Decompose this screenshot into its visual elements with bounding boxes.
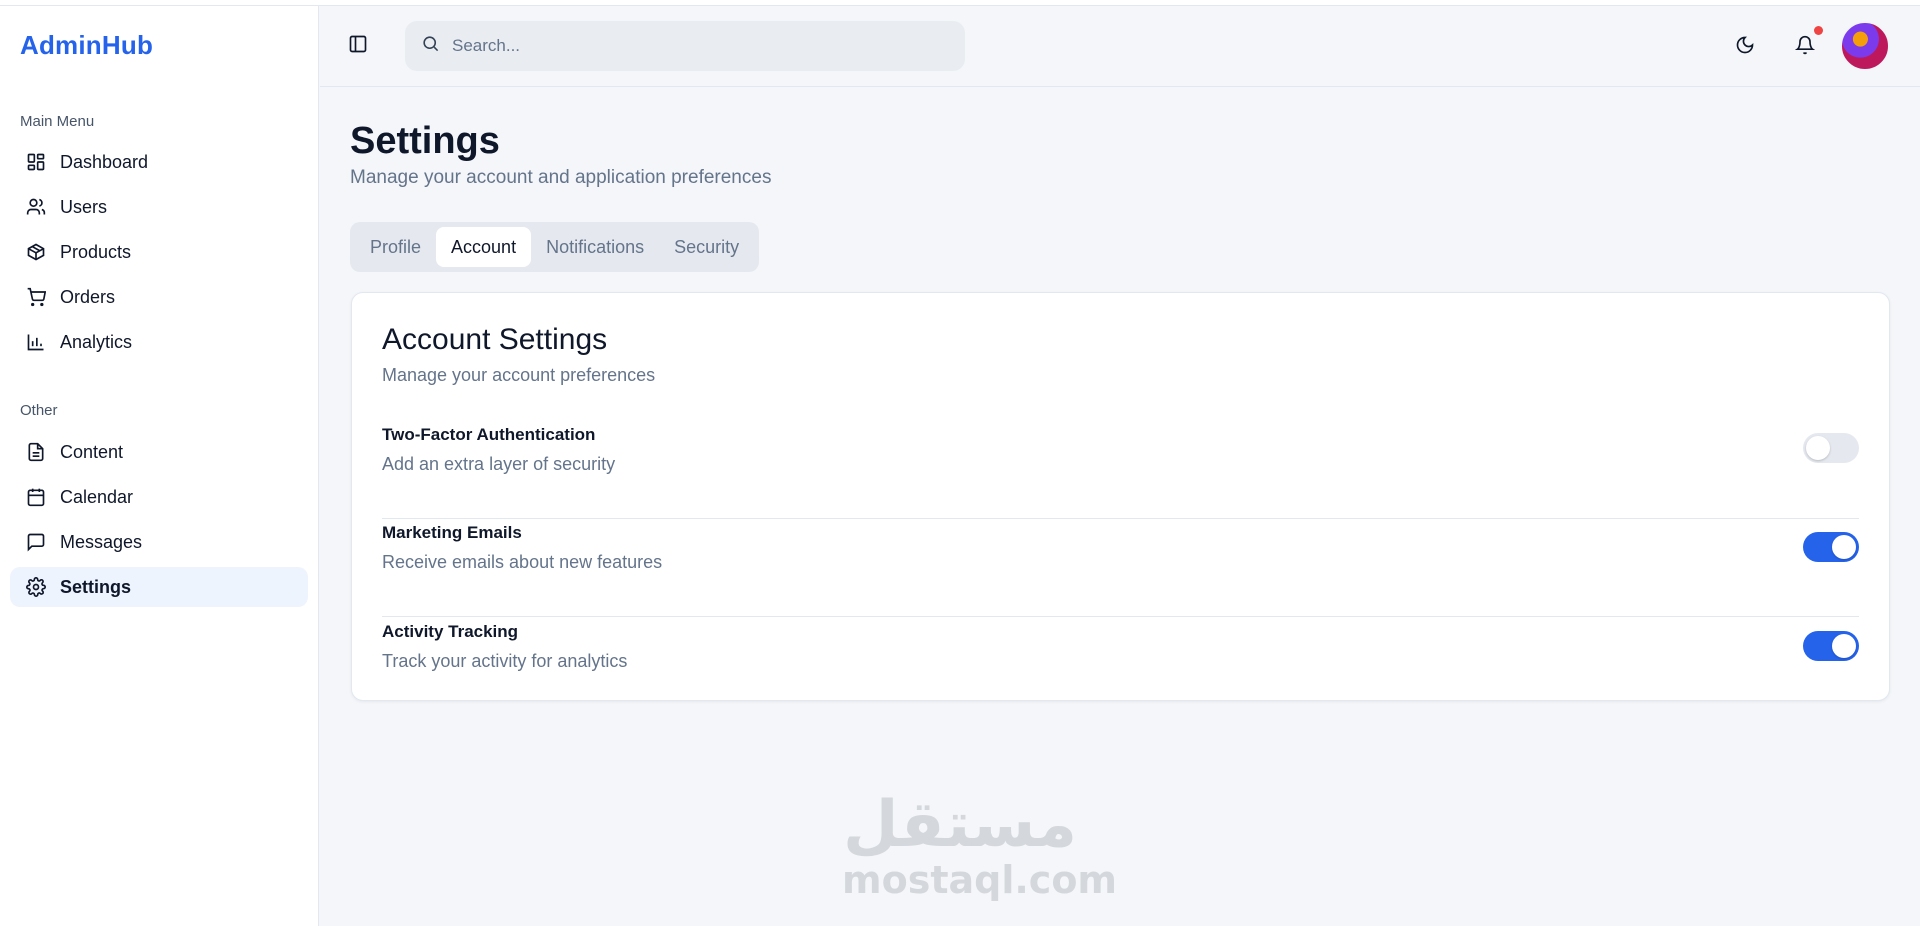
cart-icon [26,287,46,307]
section-label-main-menu: Main Menu [20,113,95,130]
watermark-arabic: مستقل [842,788,1078,862]
divider [382,616,1859,617]
message-icon [26,532,46,552]
setting-two-factor: Two-Factor Authentication Add an extra l… [382,421,1859,519]
setting-title: Marketing Emails [382,523,522,542]
setting-description: Add an extra layer of security [382,454,616,474]
activity-tracking-toggle[interactable] [1803,631,1859,661]
sidebar-item-analytics[interactable]: Analytics [10,322,308,362]
sidebar-item-orders[interactable]: Orders [10,277,308,317]
search-input[interactable] [452,36,952,56]
setting-description: Receive emails about new features [382,552,663,572]
sidebar-item-users[interactable]: Users [10,187,308,227]
avatar[interactable] [1840,21,1890,71]
sidebar-item-label: Orders [60,286,116,307]
sidebar-item-label: Users [60,196,108,217]
notification-dot [1814,26,1823,35]
theme-toggle-button[interactable] [1730,32,1760,62]
sidebar-item-settings[interactable]: Settings [10,567,308,607]
users-icon [26,197,46,217]
sidebar-item-label: Analytics [60,331,133,352]
sidebar-item-content[interactable]: Content [10,432,308,472]
panel-left-icon [348,34,368,59]
toggle-knob [1806,436,1830,460]
search-bar [405,21,965,71]
tab-notifications[interactable]: Notifications [531,227,659,267]
tab-account[interactable]: Account [436,227,532,267]
brand-logo[interactable]: AdminHub [20,30,153,61]
setting-title: Activity Tracking [382,622,519,641]
sidebar-item-label: Calendar [60,486,134,507]
section-label-other: Other [20,402,58,419]
setting-description: Track your activity for analytics [382,651,628,671]
settings-tabs: Profile Account Notifications Security [350,222,760,272]
sidebar-item-label: Settings [60,576,132,597]
moon-icon [1735,35,1755,60]
sidebar: AdminHub Main Menu Dashboard Users Produ… [0,6,319,926]
sidebar-item-products[interactable]: Products [10,232,308,272]
marketing-emails-toggle[interactable] [1803,532,1859,562]
card-subtitle: Manage your account preferences [382,365,656,385]
card-title: Account Settings [382,323,608,356]
two-factor-toggle[interactable] [1803,433,1859,463]
document-icon [26,442,46,462]
sidebar-item-calendar[interactable]: Calendar [10,477,308,517]
sidebar-item-label: Messages [60,531,143,552]
top-header [320,6,1920,87]
sidebar-item-label: Dashboard [60,151,149,172]
toggle-knob [1832,535,1856,559]
page-title: Settings [350,120,500,162]
toggle-knob [1832,634,1856,658]
setting-activity-tracking: Activity Tracking Track your activity fo… [382,618,1859,716]
gear-icon [26,577,46,597]
watermark-latin: mostaql.com [842,858,1118,902]
sidebar-toggle-button[interactable] [342,30,374,62]
sidebar-item-label: Products [60,241,132,262]
calendar-icon [26,487,46,507]
sidebar-item-label: Content [60,441,124,462]
bar-chart-icon [26,332,46,352]
sidebar-item-messages[interactable]: Messages [10,522,308,562]
tab-profile[interactable]: Profile [355,227,436,267]
setting-marketing-emails: Marketing Emails Receive emails about ne… [382,519,1859,617]
dashboard-icon [26,152,46,172]
tab-security[interactable]: Security [659,227,754,267]
watermark: مستقل mostaql.com [842,788,1118,902]
setting-title: Two-Factor Authentication [382,425,596,444]
sidebar-item-dashboard[interactable]: Dashboard [10,142,308,182]
bell-icon [1794,35,1816,60]
package-icon [26,242,46,262]
page-subtitle: Manage your account and application pref… [350,167,772,188]
notifications-button[interactable] [1790,32,1820,62]
search-icon [421,34,440,58]
account-settings-card: Account Settings Manage your account pre… [351,292,1890,701]
